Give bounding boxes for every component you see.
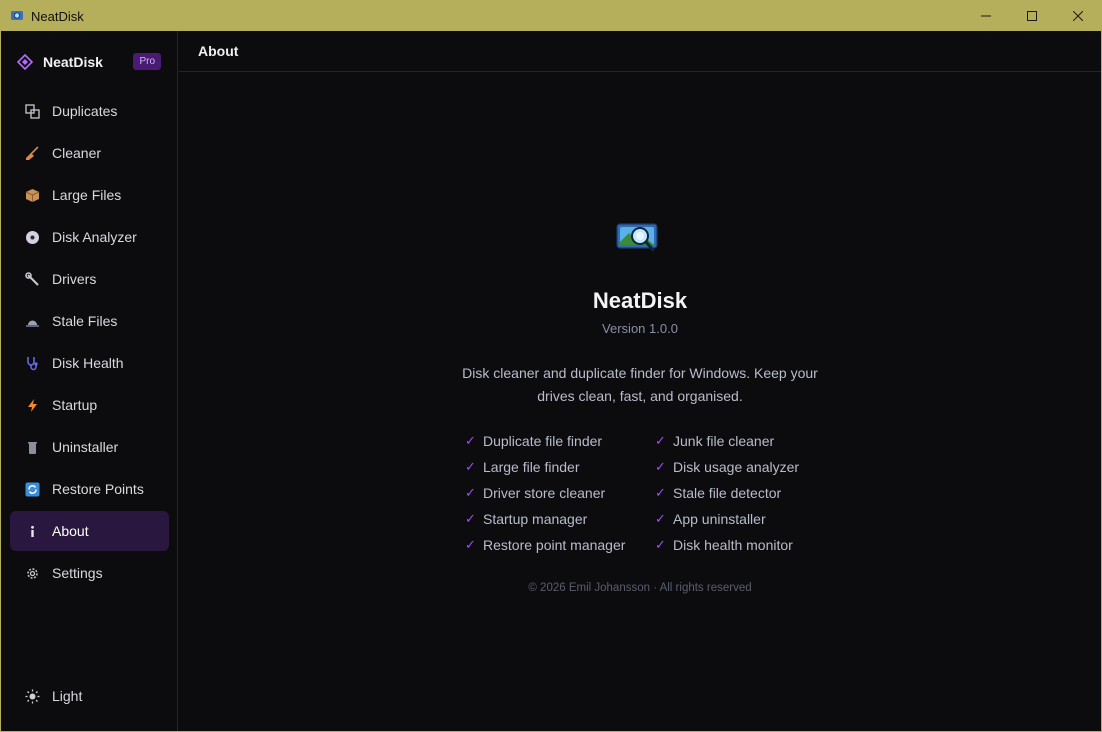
check-icon: ✓ <box>465 485 476 500</box>
feature-label: Junk file cleaner <box>673 433 775 449</box>
feature-label: Duplicate file finder <box>483 433 603 449</box>
feature-label: Disk health monitor <box>673 537 793 553</box>
sidebar-item-label: Restore Points <box>52 481 144 497</box>
sidebar-item-label: About <box>52 523 89 539</box>
sidebar-item-label: Duplicates <box>52 103 118 119</box>
sidebar-item-label: Disk Health <box>52 355 124 371</box>
lightning-icon <box>24 397 40 413</box>
about-panel: NeatDisk Version 1.0.0 Disk cleaner and … <box>179 72 1101 731</box>
feature-label: Large file finder <box>483 459 580 475</box>
sidebar: NeatDisk Pro Duplicates Cleaner Large Fi… <box>1 31 178 731</box>
sidebar-item-label: Stale Files <box>52 313 118 329</box>
feature-label: Restore point manager <box>483 537 626 553</box>
maximize-icon[interactable] <box>1009 1 1055 31</box>
sidebar-item-label: Uninstaller <box>52 439 119 455</box>
feature-item: ✓ Large file finder <box>465 458 655 476</box>
broom-icon <box>24 145 40 161</box>
package-icon <box>24 187 40 203</box>
sidebar-item-large-files[interactable]: Large Files <box>10 175 169 215</box>
feature-item: ✓ App uninstaller <box>655 510 825 528</box>
check-icon: ✓ <box>465 511 476 526</box>
app-name: NeatDisk <box>592 288 688 313</box>
sidebar-item-cleaner[interactable]: Cleaner <box>10 133 169 173</box>
sidebar-item-label: Large Files <box>52 187 122 203</box>
feature-label: Disk usage analyzer <box>673 459 800 475</box>
sidebar-item-label: Cleaner <box>52 145 102 161</box>
sidebar-item-disk-analyzer[interactable]: Disk Analyzer <box>10 217 169 257</box>
check-icon: ✓ <box>465 537 476 552</box>
feature-item: ✓ Restore point manager <box>465 536 655 554</box>
sidebar-nav: Duplicates Cleaner Large Files Disk Anal… <box>10 91 169 595</box>
sidebar-item-about[interactable]: About <box>10 511 169 551</box>
close-icon[interactable] <box>1055 1 1101 31</box>
sidebar-item-label: Settings <box>52 565 103 581</box>
sunset-icon <box>24 313 40 329</box>
stethoscope-icon <box>24 355 40 371</box>
sun-icon <box>24 688 40 704</box>
feature-item: ✓ Driver store cleaner <box>465 484 655 502</box>
feature-label: Stale file detector <box>673 485 782 501</box>
window-controls <box>963 1 1101 31</box>
brand-name: NeatDisk <box>43 54 103 70</box>
sidebar-item-duplicates[interactable]: Duplicates <box>10 91 169 131</box>
sidebar-item-label: Startup <box>52 397 98 413</box>
check-icon: ✓ <box>655 537 666 552</box>
app-version: Version 1.0.0 <box>602 321 678 336</box>
page-title: About <box>198 43 239 59</box>
check-icon: ✓ <box>655 459 666 474</box>
sidebar-item-label: Disk Analyzer <box>52 229 137 245</box>
refresh-icon <box>24 481 40 497</box>
gear-icon <box>24 565 40 581</box>
disc-icon <box>24 229 40 245</box>
sidebar-item-settings[interactable]: Settings <box>10 553 169 593</box>
sidebar-item-stale-files[interactable]: Stale Files <box>10 301 169 341</box>
check-icon: ✓ <box>465 433 476 448</box>
feature-item: ✓ Stale file detector <box>655 484 825 502</box>
title-bar: NeatDisk <box>1 1 1101 31</box>
feature-list: ✓ Duplicate file finder ✓ Junk file cleane… <box>465 432 825 554</box>
feature-item: ✓ Junk file cleaner <box>655 432 825 450</box>
brand: NeatDisk Pro <box>16 49 161 75</box>
app-description: Disk cleaner and duplicate finder for Wi… <box>462 365 818 404</box>
feature-label: App uninstaller <box>673 511 766 527</box>
sidebar-item-drivers[interactable]: Drivers <box>10 259 169 299</box>
sidebar-item-uninstaller[interactable]: Uninstaller <box>10 427 169 467</box>
trash-icon <box>24 439 40 455</box>
feature-item: ✓ Startup manager <box>465 510 655 528</box>
feature-item: ✓ Disk health monitor <box>655 536 825 554</box>
feature-label: Startup manager <box>483 511 588 527</box>
check-icon: ✓ <box>655 433 666 448</box>
feature-label: Driver store cleaner <box>483 485 606 501</box>
app-window: NeatDisk NeatDisk Pro Duplicates Cleaner… <box>0 0 1102 732</box>
theme-toggle-button[interactable]: Light <box>10 676 169 716</box>
feature-item: ✓ Duplicate file finder <box>465 432 655 450</box>
duplicates-icon <box>24 103 40 119</box>
window-title: NeatDisk <box>31 8 84 24</box>
sidebar-item-label: Drivers <box>52 271 97 287</box>
copyright-text: © 2026 Emil Johansson · All rights reser… <box>528 582 752 594</box>
wrench-icon <box>24 271 40 287</box>
page-header: About <box>179 31 1101 72</box>
theme-toggle-label: Light <box>52 688 83 704</box>
sidebar-item-restore-points[interactable]: Restore Points <box>10 469 169 509</box>
sidebar-item-disk-health[interactable]: Disk Health <box>10 343 169 383</box>
pro-badge: Pro <box>133 53 161 70</box>
app-icon <box>10 10 24 22</box>
check-icon: ✓ <box>465 459 476 474</box>
sidebar-item-startup[interactable]: Startup <box>10 385 169 425</box>
app-logo-icon <box>615 220 665 258</box>
feature-item: ✓ Disk usage analyzer <box>655 458 825 476</box>
check-icon: ✓ <box>655 485 666 500</box>
minimize-icon[interactable] <box>963 1 1009 31</box>
diamond-logo-icon <box>16 53 34 71</box>
check-icon: ✓ <box>655 511 666 526</box>
info-icon <box>24 523 40 539</box>
